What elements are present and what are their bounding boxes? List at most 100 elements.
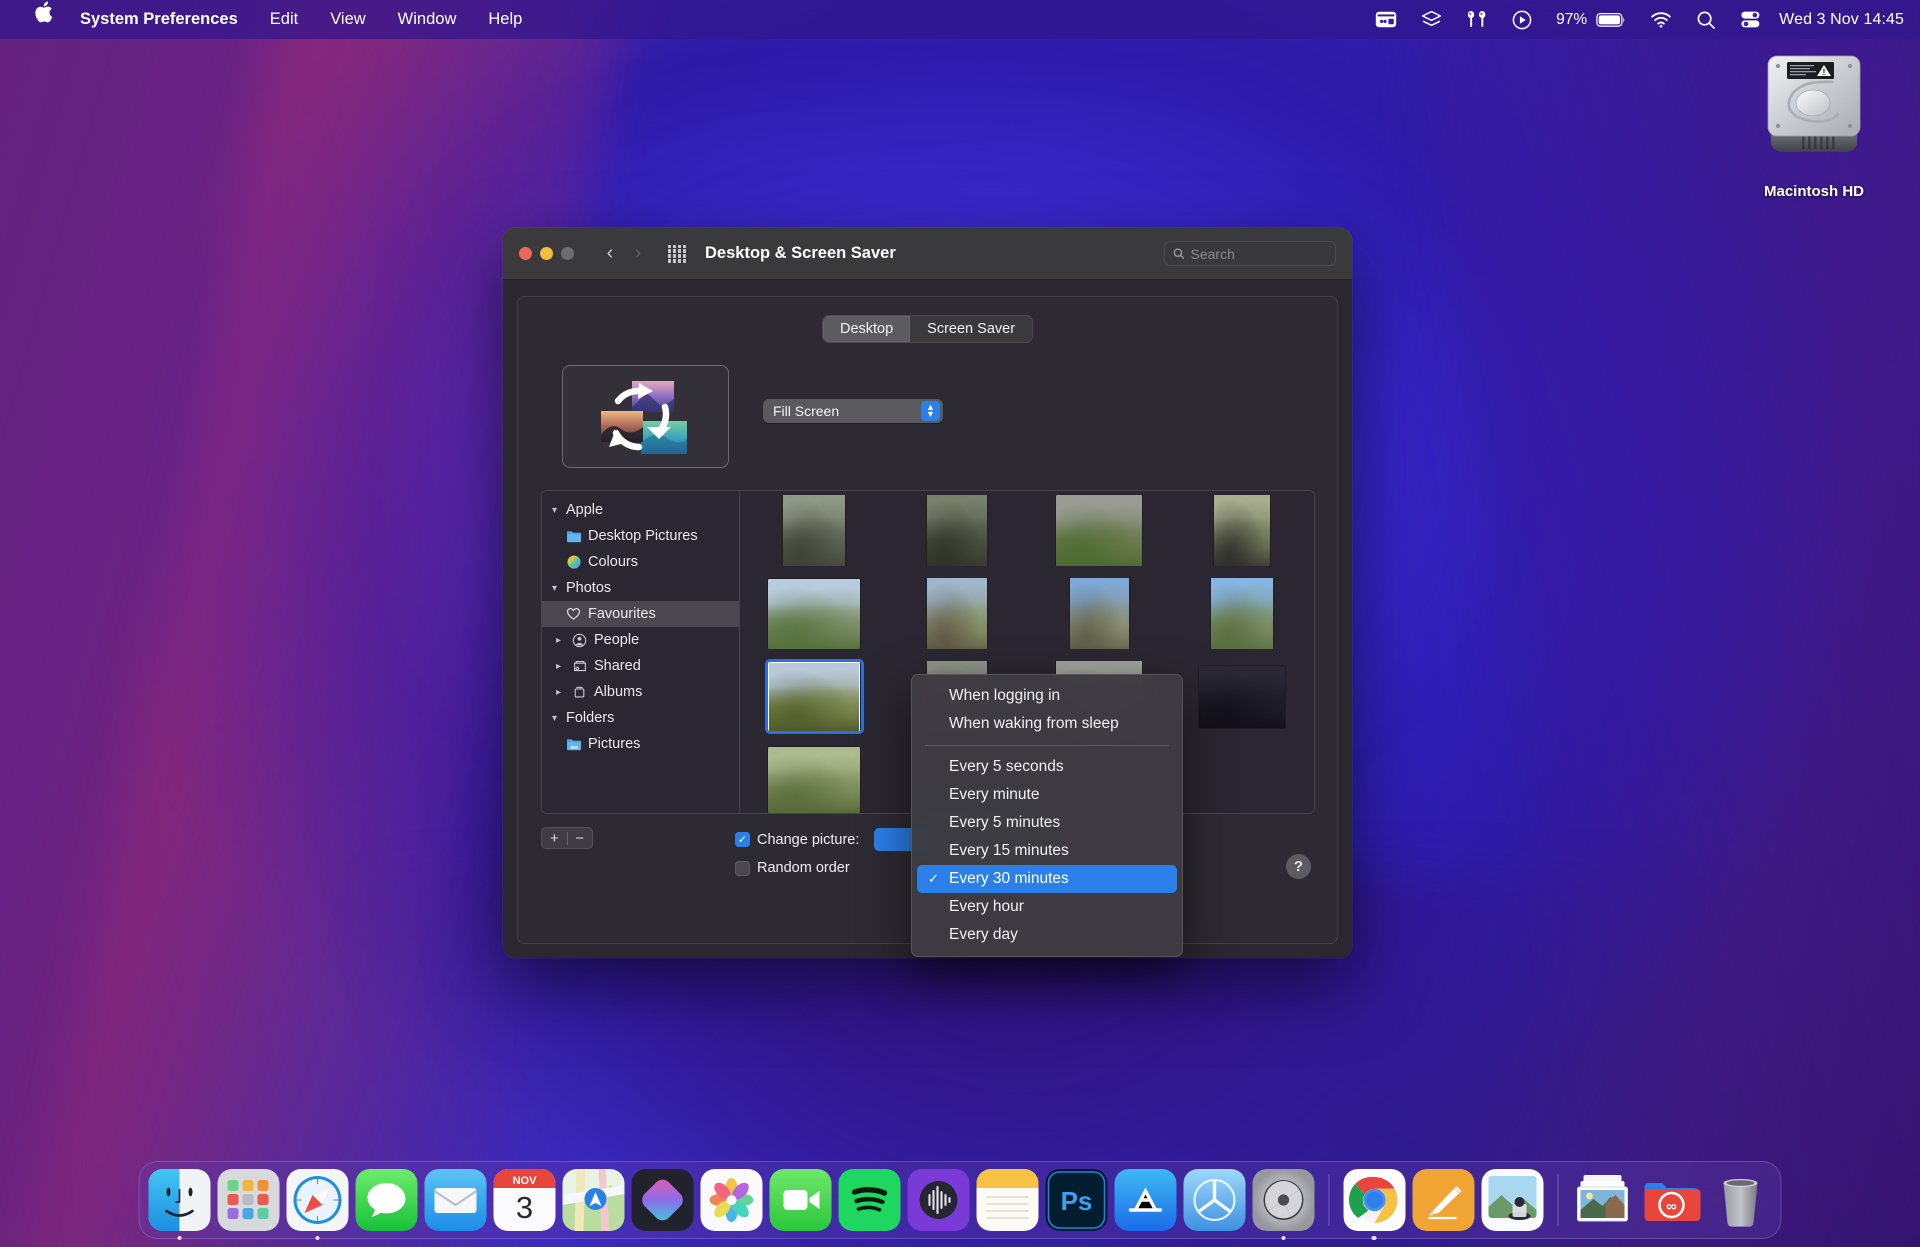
sidebar-item-shared[interactable]: ▸ Shared <box>542 653 739 679</box>
sidebar-item-colours[interactable]: Colours <box>542 549 739 575</box>
chevron-right-icon[interactable]: ▸ <box>552 687 565 698</box>
dock-item-mail[interactable] <box>424 1169 487 1231</box>
forward-button[interactable]: › <box>624 240 652 268</box>
menu-item-every-hour[interactable]: Every hour <box>917 893 1177 921</box>
sidebar-item-favourites[interactable]: Favourites <box>542 601 739 627</box>
tab-screen-saver[interactable]: Screen Saver <box>910 316 1032 342</box>
sidebar-group-folders[interactable]: ▾ Folders <box>542 705 739 731</box>
dock-item-textedit[interactable] <box>1412 1169 1474 1231</box>
hillside-vista-photo[interactable] <box>767 578 862 649</box>
search-field[interactable] <box>1164 241 1336 266</box>
source-sidebar[interactable]: ▾ Apple Desktop Pictures Colours ▾ Photo… <box>542 491 740 813</box>
now-playing-icon[interactable] <box>1500 0 1544 39</box>
menu-item-system-preferences[interactable]: System Preferences <box>70 0 254 39</box>
tab-desktop[interactable]: Desktop <box>822 316 911 342</box>
search-input[interactable] <box>1190 245 1327 262</box>
chevron-right-icon[interactable]: ▸ <box>552 635 565 646</box>
menu-item-edit[interactable]: Edit <box>254 0 314 39</box>
dock-item-chrome[interactable] <box>1343 1169 1405 1231</box>
desktop-rotation-preview[interactable] <box>562 365 729 468</box>
dock-item-preview[interactable] <box>1481 1169 1543 1231</box>
battery-icon[interactable] <box>1594 0 1638 39</box>
dock-item-messages[interactable] <box>355 1169 418 1231</box>
menu-item-help[interactable]: Help <box>472 0 538 39</box>
menu-item-label: Every 5 minutes <box>949 813 1061 831</box>
dock-item-maps[interactable] <box>562 1169 625 1231</box>
dock-item-system-preferences[interactable] <box>1252 1169 1315 1231</box>
chevron-right-icon[interactable]: ▸ <box>552 661 565 672</box>
menu-item-view[interactable]: View <box>314 0 381 39</box>
dock-item-trash[interactable] <box>1710 1169 1772 1231</box>
wifi-icon[interactable] <box>1638 0 1684 39</box>
rock-face-photo[interactable] <box>1052 495 1147 566</box>
stone-gatepost-photo[interactable] <box>909 578 1004 649</box>
dock-item-safari[interactable] <box>286 1169 349 1231</box>
dock-item-finder[interactable] <box>148 1169 211 1231</box>
desktop-icon-macintosh-hd[interactable]: ! Macintosh HD <box>1734 46 1894 200</box>
sidebar-item-pictures[interactable]: Pictures <box>542 731 739 757</box>
ipod-on-trail-photo[interactable] <box>1194 495 1289 566</box>
dock-item-photoshop[interactable]: Ps <box>1045 1169 1108 1231</box>
fill-mode-select[interactable]: Fill Screen ▲ ▼ <box>763 399 943 423</box>
hard-drive-icon: ! <box>1767 55 1861 152</box>
remove-folder-button[interactable]: − <box>567 830 592 847</box>
sidebar-item-desktop-pictures[interactable]: Desktop Pictures <box>542 523 739 549</box>
dock-item-shortcuts[interactable] <box>631 1169 694 1231</box>
dock-item-photos[interactable] <box>700 1169 763 1231</box>
dock-item-spotify[interactable] <box>838 1169 901 1231</box>
add-remove-folder-control[interactable]: + − <box>541 827 593 849</box>
dock-item-xcode[interactable] <box>1183 1169 1246 1231</box>
spotlight-search-icon[interactable] <box>1684 0 1728 39</box>
minimize-button[interactable] <box>540 247 553 260</box>
sidebar-item-label: People <box>594 632 640 648</box>
dock-item-photos-stack[interactable] <box>1572 1169 1634 1231</box>
random-order-checkbox[interactable] <box>735 860 750 876</box>
add-folder-button[interactable]: + <box>542 830 567 847</box>
thumbnail-image <box>1069 578 1129 649</box>
menu-item-every-day[interactable]: Every day <box>917 921 1177 949</box>
dock-separator <box>1328 1174 1329 1226</box>
window-titlebar[interactable]: ‹ › Desktop & Screen Saver <box>503 228 1352 280</box>
menu-item-every-5-seconds[interactable]: Every 5 seconds <box>917 753 1177 781</box>
limestone-gorge-photo[interactable] <box>767 495 862 566</box>
control-center-icon[interactable] <box>1728 0 1773 39</box>
menu-item-label: Every day <box>949 925 1018 943</box>
evening-event-photo[interactable] <box>1194 661 1289 732</box>
airpods-icon[interactable] <box>1454 0 1500 39</box>
menu-item-window[interactable]: Window <box>382 0 473 39</box>
sidebar-group-label: Apple <box>566 502 604 518</box>
green-fields-photo[interactable] <box>767 744 862 813</box>
menu-item-every-30-minutes[interactable]: ✓ Every 30 minutes <box>917 864 1177 893</box>
sidebar-group-apple[interactable]: ▾ Apple <box>542 497 739 523</box>
dock-item-notes[interactable] <box>976 1169 1039 1231</box>
show-all-grid-icon[interactable] <box>666 243 688 265</box>
dock-item-podcasts[interactable] <box>907 1169 970 1231</box>
dock-item-launchpad[interactable] <box>217 1169 280 1231</box>
menu-bar-clock[interactable]: Wed 3 Nov 14:45 <box>1773 11 1904 29</box>
sidebar-group-photos[interactable]: ▾ Photos <box>542 575 739 601</box>
wallet-icon[interactable] <box>1363 0 1409 39</box>
help-button[interactable]: ? <box>1286 854 1311 879</box>
back-button[interactable]: ‹ <box>596 240 624 268</box>
cave-entrance-photo[interactable] <box>909 495 1004 566</box>
sidebar-item-albums[interactable]: ▸ Albums <box>542 679 739 705</box>
menu-item-when-logging-in[interactable]: When logging in <box>917 682 1177 710</box>
dock-item-app-store[interactable] <box>1114 1169 1177 1231</box>
sidebar-item-people[interactable]: ▸ People <box>542 627 739 653</box>
apple-menu[interactable] <box>18 0 70 39</box>
valley-trail-photo[interactable] <box>764 659 864 734</box>
zoom-button[interactable] <box>561 247 574 260</box>
ridge-path-photo[interactable] <box>1052 578 1147 649</box>
dock-item-creative-cloud[interactable]: ∞ <box>1641 1169 1703 1231</box>
menu-item-when-waking-from-sleep[interactable]: When waking from sleep <box>917 710 1177 738</box>
dock-item-calendar[interactable]: NOV 3 <box>493 1169 556 1231</box>
standing-on-cairn-photo[interactable] <box>1194 578 1289 649</box>
stacks-icon[interactable] <box>1409 0 1454 39</box>
change-picture-interval-menu[interactable]: When logging in When waking from sleep Eve… <box>911 674 1183 957</box>
close-button[interactable] <box>519 247 532 260</box>
menu-item-every-5-minutes[interactable]: Every 5 minutes <box>917 809 1177 837</box>
change-picture-checkbox[interactable]: ✓ <box>735 832 750 847</box>
menu-item-every-minute[interactable]: Every minute <box>917 781 1177 809</box>
menu-item-every-15-minutes[interactable]: Every 15 minutes <box>917 837 1177 865</box>
dock-item-facetime[interactable] <box>769 1169 832 1231</box>
